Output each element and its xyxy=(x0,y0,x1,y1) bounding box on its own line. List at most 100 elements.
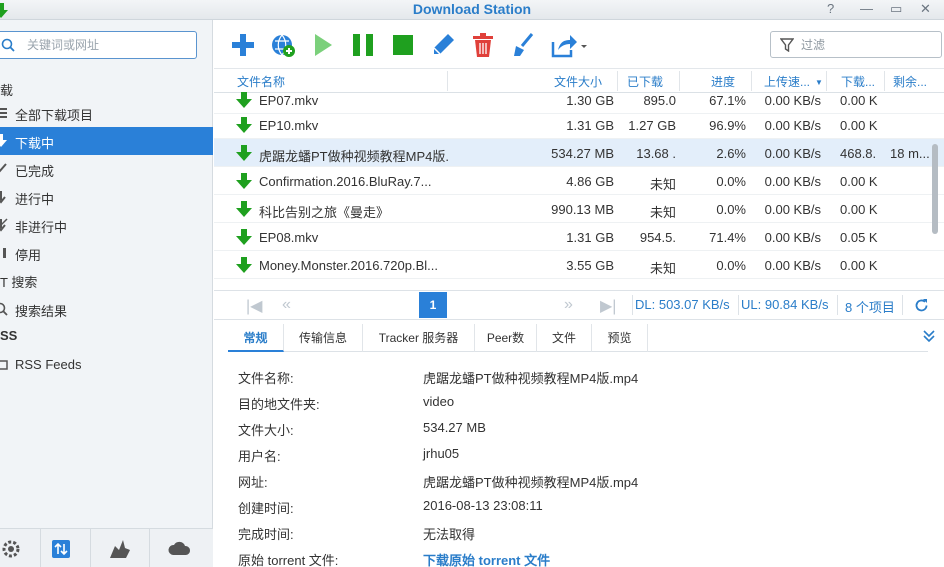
detail-value: video xyxy=(423,394,455,409)
search-box[interactable] xyxy=(0,31,197,59)
sidebar-item-label: 停用 xyxy=(15,248,42,263)
tab-preview[interactable]: 预览 xyxy=(592,324,648,352)
detail-key: 目的地文件夹: xyxy=(238,397,320,412)
upload-speed: 0.00 KB/s xyxy=(764,174,821,189)
downloaded: 954.5. xyxy=(639,230,676,245)
tab-general[interactable]: 常规 xyxy=(228,324,284,352)
downloaded: 未知 xyxy=(649,261,676,276)
section-download-label: 载 xyxy=(0,83,14,98)
rss-icon xyxy=(0,360,8,370)
add-icon xyxy=(232,34,254,56)
file-size: 4.86 GB xyxy=(566,174,614,189)
tab-peers[interactable]: Peer数 xyxy=(475,324,537,352)
detail-url: 网址: 虎踞龙蟠PT做种视频教程MP4版.mp4 xyxy=(214,466,944,492)
upload-speed: 0.00 KB/s xyxy=(764,230,821,245)
detail-completed-time: 完成时间: 无法取得 xyxy=(214,518,944,544)
pause-icon xyxy=(3,248,6,258)
tab-files[interactable]: 文件 xyxy=(537,324,592,352)
item-count: 8 个项目 xyxy=(845,300,895,315)
detail-key: 文件大小: xyxy=(238,423,294,438)
sidebar-item-paused[interactable]: 停用 xyxy=(0,239,213,267)
download-speed: 0.00 K xyxy=(840,258,878,273)
filter-input[interactable] xyxy=(801,36,931,54)
progress: 96.9% xyxy=(709,118,746,133)
sidebar-item-rss-feeds[interactable]: RSS Feeds xyxy=(0,351,213,379)
minimize-button[interactable]: — xyxy=(860,1,873,16)
table-row[interactable]: EP07.mkv 1.30 GB 895.0 67.1% 0.00 KB/s 0… xyxy=(214,86,944,114)
file-name: Money.Monster.2016.720p.Bl... xyxy=(259,258,438,273)
detail-key: 文件名称: xyxy=(238,371,294,386)
search-input[interactable] xyxy=(27,36,187,54)
add-button[interactable] xyxy=(230,32,256,58)
progress: 0.0% xyxy=(716,174,746,189)
detail-key: 完成时间: xyxy=(238,527,294,542)
upload-speed: 0.00 KB/s xyxy=(764,146,821,161)
sidebar-item-inactive[interactable]: 非进行中 xyxy=(0,211,213,239)
detail-value: jrhu05 xyxy=(423,446,460,461)
sidebar-item-label: 进行中 xyxy=(15,192,55,207)
section-rss: SS xyxy=(0,324,213,348)
close-button[interactable]: ✕ xyxy=(920,1,931,17)
download-speed-total: DL: 503.07 KB/s xyxy=(635,297,730,312)
detail-value: 无法取得 xyxy=(423,527,476,542)
section-rss-label: SS xyxy=(0,328,18,343)
first-page-icon[interactable]: |◀ xyxy=(246,296,262,316)
table-row[interactable]: EP08.mkv 1.31 GB 954.5. 71.4% 0.00 KB/s … xyxy=(214,223,944,251)
refresh-icon[interactable] xyxy=(914,298,929,313)
grid-scrollbar[interactable] xyxy=(932,144,938,234)
section-search-label: T 搜索 xyxy=(0,275,38,290)
download-torrent-link[interactable]: 下载原始 torrent 文件 xyxy=(423,550,550,567)
detail-key: 网址: xyxy=(238,475,268,490)
section-search: T 搜索 xyxy=(0,268,213,292)
sidebar-item-all[interactable]: 全部下载项目 xyxy=(0,99,213,127)
delete-button[interactable] xyxy=(470,32,496,58)
status-separator xyxy=(632,295,633,315)
cloud-button[interactable] xyxy=(150,529,209,567)
resume-button[interactable] xyxy=(310,32,336,58)
last-page-icon[interactable]: ▶| xyxy=(600,296,616,316)
share-icon xyxy=(551,35,587,58)
next-page-icon[interactable]: » xyxy=(564,296,573,314)
table-row-selected[interactable]: 虎踞龙蟠PT做种视频教程MP4版... 534.27 MB 13.68 . 2.… xyxy=(214,139,944,167)
detail-value: 虎踞龙蟠PT做种视频教程MP4版.mp4 xyxy=(423,475,639,490)
download-speed: 0.00 K xyxy=(840,93,878,108)
help-button[interactable]: ? xyxy=(827,1,834,16)
detail-key: 创建时间: xyxy=(238,501,294,516)
file-size: 1.31 GB xyxy=(566,118,614,133)
table-row[interactable]: 科比告别之旅《曼走》 990.13 MB 未知 0.0% 0.00 KB/s 0… xyxy=(214,195,944,223)
add-url-icon xyxy=(272,34,295,57)
progress: 0.0% xyxy=(716,258,746,273)
edit-button[interactable] xyxy=(430,32,456,58)
resume-icon xyxy=(315,34,332,56)
file-size: 534.27 MB xyxy=(551,146,614,161)
sidebar-item-search-results[interactable]: 搜索结果 xyxy=(0,295,213,323)
collapse-icon[interactable] xyxy=(922,329,936,343)
search-result-icon xyxy=(0,302,8,316)
sidebar-item-active[interactable]: 进行中 xyxy=(0,183,213,211)
tab-tracker[interactable]: Tracker 服务器 xyxy=(363,324,475,352)
table-row[interactable]: EP10.mkv 1.31 GB 1.27 GB 96.9% 0.00 KB/s… xyxy=(214,111,944,139)
clear-button[interactable] xyxy=(510,32,536,58)
file-name: 虎踞龙蟠PT做种视频教程MP4版... xyxy=(259,149,449,164)
table-row[interactable]: Money.Monster.2016.720p.Bl... 3.55 GB 未知… xyxy=(214,251,944,279)
maximize-button[interactable]: ▭ xyxy=(890,1,902,17)
filter-box[interactable] xyxy=(770,31,942,58)
progress: 2.6% xyxy=(716,146,746,161)
prev-page-icon[interactable]: « xyxy=(282,296,291,314)
sidebar-item-downloading[interactable]: 下载中 xyxy=(0,127,213,155)
stop-button[interactable] xyxy=(390,32,416,58)
status-separator xyxy=(902,295,903,315)
file-name: 科比告别之旅《曼走》 xyxy=(259,205,390,220)
detail-torrent-file: 原始 torrent 文件: 下载原始 torrent 文件 xyxy=(214,544,944,567)
table-row[interactable]: Confirmation.2016.BluRay.7... 4.86 GB 未知… xyxy=(214,167,944,195)
pause-button[interactable] xyxy=(350,32,376,58)
download-status-icon xyxy=(236,173,252,189)
sidebar-item-completed[interactable]: 已完成 xyxy=(0,155,213,183)
emule-button[interactable] xyxy=(91,529,150,567)
cloud-icon xyxy=(167,541,190,555)
share-button[interactable] xyxy=(550,32,588,58)
add-url-button[interactable] xyxy=(270,32,296,58)
transfer-button[interactable] xyxy=(32,529,91,567)
current-page[interactable]: 1 xyxy=(419,292,447,318)
tab-transfer[interactable]: 传输信息 xyxy=(284,324,363,352)
